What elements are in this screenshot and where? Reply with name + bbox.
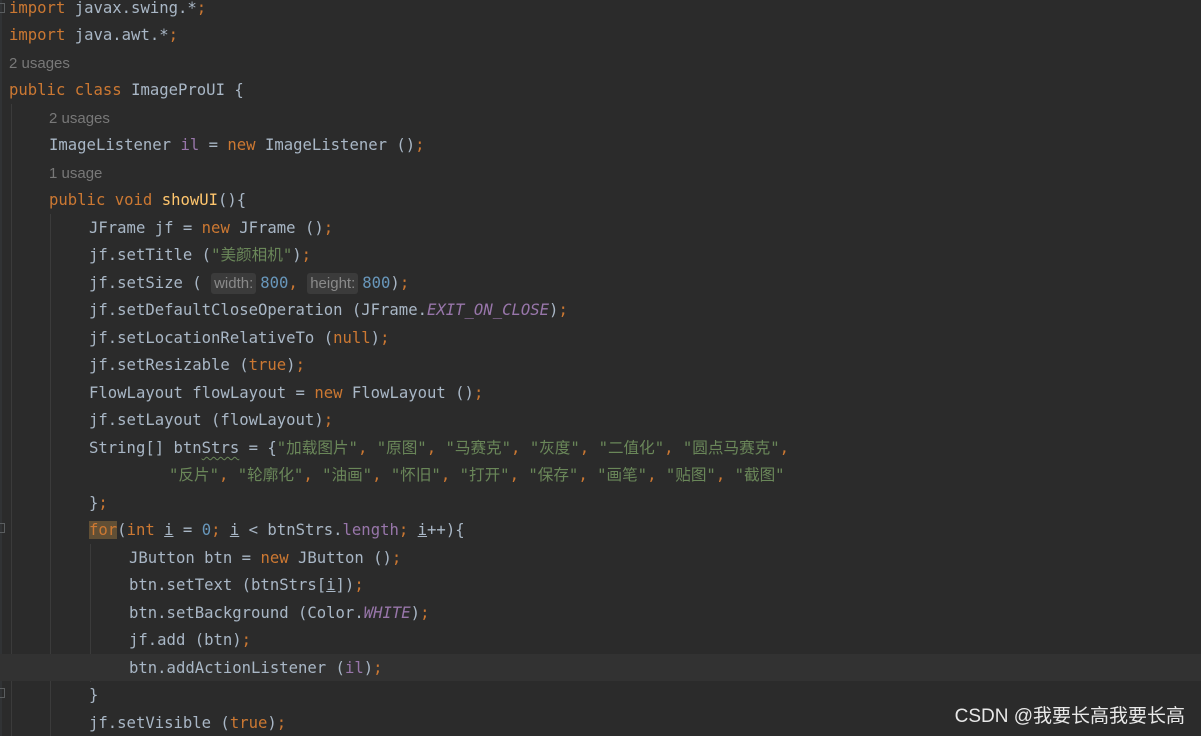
code-line-2[interactable]: import java.awt.*; bbox=[9, 22, 178, 49]
keyword: import bbox=[9, 26, 66, 44]
fold-marker-icon[interactable] bbox=[0, 523, 5, 533]
code-line-8[interactable]: public void showUI(){ bbox=[49, 187, 246, 214]
code-line-1[interactable]: import javax.swing.*; bbox=[9, 0, 206, 22]
parameter-hint: width: bbox=[211, 273, 257, 294]
code-line-17[interactable]: String[] btnStrs = {"加载图片", "原图", "马赛克",… bbox=[89, 435, 789, 462]
usage-hint[interactable]: 2 usages bbox=[9, 50, 70, 77]
code-line-11[interactable]: jf.setSize ( width: 800, height: 800); bbox=[89, 270, 409, 297]
code-line-14[interactable]: jf.setResizable (true); bbox=[89, 352, 305, 379]
usage-hint[interactable]: 1 usage bbox=[49, 160, 102, 187]
code-line-13[interactable]: jf.setLocationRelativeTo (null); bbox=[89, 325, 389, 352]
code-line-16[interactable]: jf.setLayout (flowLayout); bbox=[89, 407, 333, 434]
parameter-hint: height: bbox=[307, 273, 359, 294]
code-line-25[interactable]: btn.addActionListener (il); bbox=[129, 655, 383, 682]
indent-guide bbox=[11, 104, 12, 736]
code-line-21[interactable]: JButton btn = new JButton (); bbox=[129, 545, 401, 572]
code-line-10[interactable]: jf.setTitle ("美颜相机"); bbox=[89, 242, 311, 269]
code-line-19[interactable]: }; bbox=[89, 490, 108, 517]
code-line-15[interactable]: FlowLayout flowLayout = new FlowLayout (… bbox=[89, 380, 483, 407]
code-line-6[interactable]: ImageListener il = new ImageListener (); bbox=[49, 132, 425, 159]
code-line-23[interactable]: btn.setBackground (Color.WHITE); bbox=[129, 600, 429, 627]
gutter bbox=[0, 0, 2, 736]
keyword: import bbox=[9, 0, 66, 17]
keyword-highlight: for bbox=[89, 521, 118, 539]
code-line-9[interactable]: JFrame jf = new JFrame (); bbox=[89, 215, 333, 242]
usage-hint[interactable]: 2 usages bbox=[49, 105, 110, 132]
code-line-24[interactable]: jf.add (btn); bbox=[129, 627, 251, 654]
fold-marker-icon[interactable] bbox=[0, 3, 5, 13]
code-line-20[interactable]: for(int i = 0; i < btnStrs.length; i++){ bbox=[89, 517, 465, 544]
code-line-4[interactable]: public class ImageProUI { bbox=[9, 77, 244, 104]
code-line-26[interactable]: } bbox=[89, 682, 98, 709]
code-editor[interactable]: import javax.swing.*; import java.awt.*;… bbox=[0, 0, 1201, 736]
code-line-18[interactable]: "反片", "轮廓化", "油画", "怀旧", "打开", "保存", "画笔… bbox=[169, 462, 785, 489]
code-line-22[interactable]: btn.setText (btnStrs[i]); bbox=[129, 572, 364, 599]
method-name: showUI bbox=[161, 191, 219, 209]
watermark: CSDN @我要长高我要长高 bbox=[954, 706, 1185, 727]
code-line-12[interactable]: jf.setDefaultCloseOperation (JFrame.EXIT… bbox=[89, 297, 568, 324]
fold-marker-icon[interactable] bbox=[0, 688, 5, 698]
code-line-27[interactable]: jf.setVisible (true); bbox=[89, 710, 286, 736]
